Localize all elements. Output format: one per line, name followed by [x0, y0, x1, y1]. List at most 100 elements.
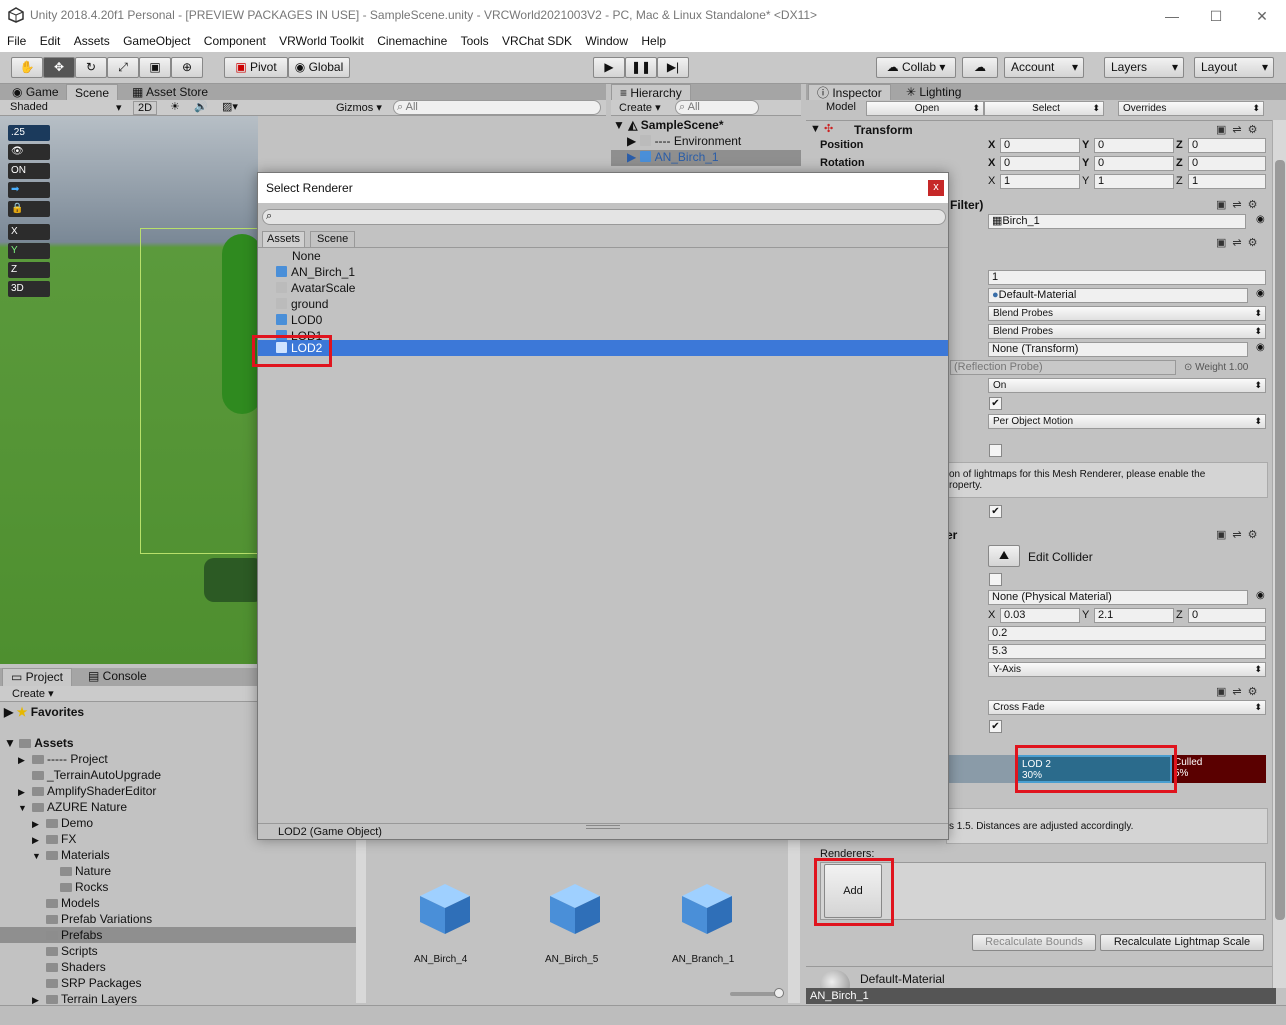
fade-mode-dropdown[interactable]: Cross Fade [988, 700, 1266, 715]
menu-edit[interactable]: Edit [40, 34, 61, 48]
mesh-filter-component-icons[interactable]: ▣ ⇌ ⚙ [1210, 197, 1258, 211]
move-tool-button[interactable]: ✥ [43, 57, 75, 78]
asset-thumb-an-birch-4[interactable] [418, 882, 472, 936]
menu-window[interactable]: Window [585, 34, 628, 48]
thumbnail-size-slider[interactable] [730, 988, 784, 998]
model-open-button[interactable]: Open [866, 101, 984, 116]
collapsed-arrow-icon[interactable]: ▶ [32, 832, 46, 848]
inspector-scrollbar-thumb[interactable] [1275, 160, 1285, 920]
rotation-y-field[interactable]: 0 [1094, 156, 1174, 171]
menu-vrchat-sdk[interactable]: VRChat SDK [502, 34, 572, 48]
position-x-field[interactable]: 0 [1000, 138, 1080, 153]
dialog-item-ground[interactable]: ground [258, 296, 948, 312]
light-probes-dropdown[interactable]: Blend Probes [988, 306, 1266, 321]
mesh-field[interactable]: ▦Birch_1 [988, 214, 1246, 229]
direction-dropdown[interactable]: Y-Axis [988, 662, 1266, 677]
dialog-resize-handle[interactable] [586, 825, 620, 829]
dialog-search-input[interactable]: ⌕ [262, 209, 946, 225]
scale-z-field[interactable]: 1 [1188, 174, 1266, 189]
project-folder-item[interactable]: Prefab Variations [0, 911, 356, 927]
lod-1-segment[interactable] [946, 755, 1016, 783]
menu-tools[interactable]: Tools [461, 34, 489, 48]
culled-segment[interactable]: Culled 5% [1172, 755, 1266, 783]
object-picker-icon[interactable]: ◉ [1256, 342, 1265, 353]
grid-snap-badge[interactable]: .25 [8, 125, 50, 141]
position-z-field[interactable]: 0 [1188, 138, 1266, 153]
recalculate-lightmap-button[interactable]: Recalculate Lightmap Scale [1100, 934, 1264, 951]
inspector-scrollbar[interactable] [1272, 120, 1286, 988]
lod-group-component-icons[interactable]: ▣ ⇌ ⚙ [1210, 684, 1258, 698]
position-y-field[interactable]: 0 [1094, 138, 1174, 153]
x-axis-badge[interactable]: X [8, 224, 50, 240]
effects-toggle-icon[interactable]: ▨▾ [222, 100, 238, 113]
project-folder-item[interactable]: Models [0, 895, 356, 911]
height-field[interactable]: 5.3 [988, 644, 1266, 659]
collab-button[interactable]: ☁ Collab ▾ [876, 57, 956, 78]
3d-badge[interactable]: 3D [8, 281, 50, 297]
pivot-toggle[interactable]: ▣ Pivot [224, 57, 288, 78]
rotation-x-field[interactable]: 0 [1000, 156, 1080, 171]
transform-tool-button[interactable]: ⊕ [171, 57, 203, 78]
edit-collider-button[interactable]: ⛰ [988, 545, 1020, 567]
cast-shadows-dropdown[interactable]: On [988, 378, 1266, 393]
asset-thumb-an-branch-1[interactable] [680, 882, 734, 936]
close-window-button[interactable]: ✕ [1242, 4, 1282, 28]
dialog-item-avatarscale[interactable]: AvatarScale [258, 280, 948, 296]
on-badge[interactable]: ON [8, 163, 50, 179]
scene-search-input[interactable]: ⌕ All [393, 100, 601, 115]
dialog-tab-assets[interactable]: Assets [262, 231, 306, 247]
menu-help[interactable]: Help [641, 34, 666, 48]
menu-file[interactable]: File [7, 34, 26, 48]
project-tree-scrollbar[interactable] [356, 840, 366, 1003]
mesh-renderer-component-icons[interactable]: ▣ ⇌ ⚙ [1210, 235, 1258, 249]
collapsed-arrow-icon[interactable]: ▶ [18, 752, 32, 768]
materials-size-field[interactable]: 1 [988, 270, 1266, 285]
y-axis-badge[interactable]: Y [8, 243, 50, 259]
object-picker-icon[interactable]: ◉ [1256, 288, 1265, 299]
hierarchy-search-input[interactable]: ⌕ All [675, 100, 759, 115]
model-select-button[interactable]: Select [984, 101, 1104, 116]
project-folder-item[interactable]: SRP Packages [0, 975, 356, 991]
snap-arrow-badge[interactable]: ➡ [8, 182, 50, 198]
project-folder-item[interactable]: ▼ Materials [0, 847, 356, 863]
menu-assets[interactable]: Assets [74, 34, 110, 48]
assets-root-item[interactable]: ▼ Assets [4, 735, 74, 751]
hierarchy-item-environment[interactable]: ▶ ---- Environment [627, 134, 741, 148]
scale-tool-button[interactable]: ⤢ [107, 57, 139, 78]
cloud-button[interactable]: ☁ [962, 57, 998, 78]
menu-vrworld-toolkit[interactable]: VRWorld Toolkit [279, 34, 364, 48]
scene-root-item[interactable]: ▼ ◭ SampleScene* [613, 118, 724, 132]
project-folder-item[interactable]: Prefabs [0, 927, 356, 943]
layout-dropdown[interactable]: Layout ▾ [1194, 57, 1274, 78]
object-picker-icon[interactable]: ◉ [1256, 590, 1265, 601]
motion-vectors-dropdown[interactable]: Per Object Motion [988, 414, 1266, 429]
project-folder-item[interactable]: Shaders [0, 959, 356, 975]
layers-dropdown[interactable]: Layers ▾ [1104, 57, 1184, 78]
minimize-button[interactable]: — [1152, 4, 1192, 28]
physic-material-field[interactable]: None (Physical Material) [988, 590, 1248, 605]
transform-component-icons[interactable]: ▣ ⇌ ⚙ [1210, 122, 1258, 136]
project-folder-item[interactable]: Nature [0, 863, 356, 879]
project-create-dropdown[interactable]: Create ▾ [12, 687, 54, 700]
tab-project[interactable]: ▭ Project [2, 668, 73, 686]
expanded-arrow-icon[interactable]: ▼ [18, 800, 32, 816]
step-button[interactable]: ▶| [657, 57, 689, 78]
animate-crossfading-checkbox[interactable]: ✔ [989, 720, 1002, 733]
rotate-tool-button[interactable]: ↻ [75, 57, 107, 78]
thumbnail-size-slider-thumb[interactable] [774, 988, 784, 998]
maximize-button[interactable]: ☐ [1196, 4, 1236, 28]
center-z-field[interactable]: 0 [1188, 608, 1266, 623]
favorites-item[interactable]: ▶ ★ Favorites [4, 704, 84, 720]
recalculate-bounds-button[interactable]: Recalculate Bounds [972, 934, 1096, 951]
reflection-probes-dropdown[interactable]: Blend Probes [988, 324, 1266, 339]
global-toggle[interactable]: ◉ Global [288, 57, 350, 78]
object-picker-icon[interactable]: ◉ [1256, 214, 1265, 225]
shading-dropdown[interactable]: Shaded [10, 101, 48, 113]
dialog-close-button[interactable]: x [928, 180, 944, 196]
rect-tool-button[interactable]: ▣ [139, 57, 171, 78]
expanded-arrow-icon[interactable]: ▼ [32, 848, 46, 864]
asset-thumb-an-birch-5[interactable] [548, 882, 602, 936]
scale-y-field[interactable]: 1 [1094, 174, 1174, 189]
play-button[interactable]: ▶ [593, 57, 625, 78]
center-y-field[interactable]: 2.1 [1094, 608, 1174, 623]
